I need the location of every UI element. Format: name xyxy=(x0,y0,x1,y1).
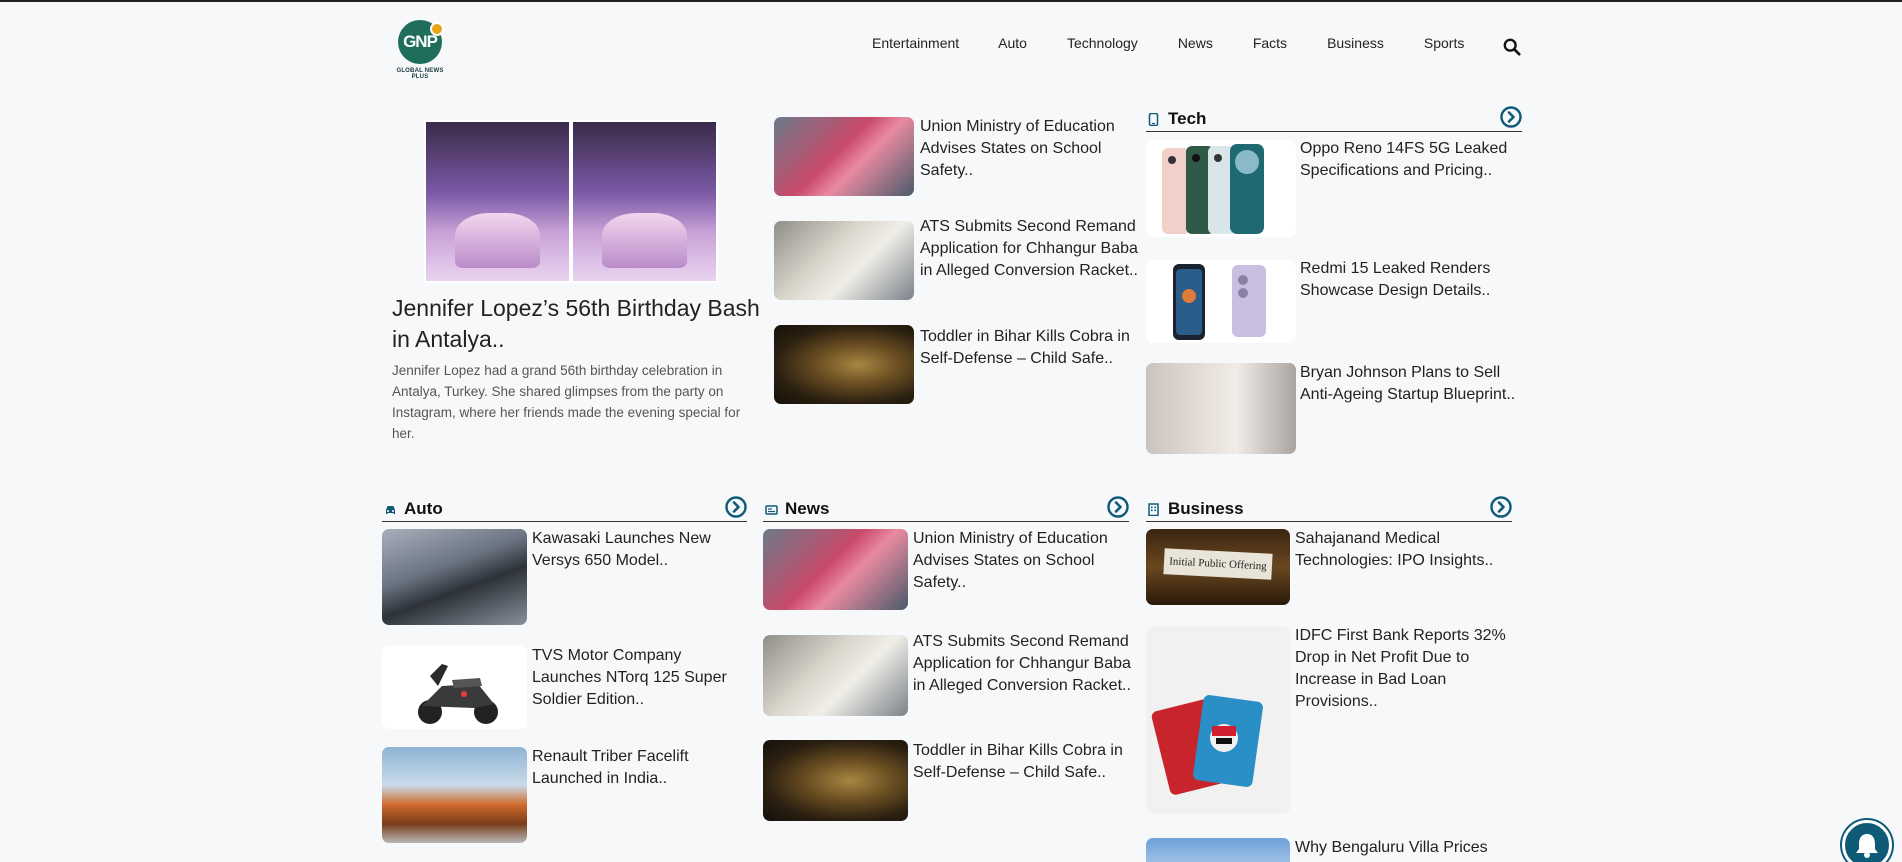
top-item-1-title[interactable]: Union Ministry of Education Advises Stat… xyxy=(920,116,1140,182)
nav-entertainment[interactable]: Entertainment xyxy=(872,35,959,51)
nav-business[interactable]: Business xyxy=(1327,35,1384,51)
search-icon[interactable] xyxy=(1503,38,1521,56)
top-item-3-title[interactable]: Toddler in Bihar Kills Cobra in Self-Def… xyxy=(920,326,1135,370)
ipo-paper-label: Initial Public Offering xyxy=(1163,548,1273,580)
business-section-title: Business xyxy=(1168,499,1244,518)
building-icon xyxy=(1148,503,1159,516)
news-section-title: News xyxy=(785,499,830,518)
featured-image-right xyxy=(573,122,716,281)
nav-auto[interactable]: Auto xyxy=(998,35,1027,51)
main-nav: Entertainment Auto Technology News Facts… xyxy=(872,35,1504,51)
auto-section-header: Auto xyxy=(382,496,747,522)
featured-image[interactable] xyxy=(424,120,718,283)
auto-item-2-title[interactable]: TVS Motor Company Launches NTorq 125 Sup… xyxy=(532,645,747,711)
tech-section-header: Tech xyxy=(1146,106,1522,132)
bell-icon xyxy=(1856,834,1878,858)
business-more-arrow-icon[interactable] xyxy=(1490,496,1512,518)
news-item-2-title[interactable]: ATS Submits Second Remand Application fo… xyxy=(913,631,1131,697)
tech-item-2-thumbnail[interactable] xyxy=(1146,260,1296,343)
auto-item-3-thumbnail[interactable] xyxy=(382,747,527,843)
auto-item-1-title[interactable]: Kawasaki Launches New Versys 650 Model.. xyxy=(532,528,747,572)
business-item-1-thumbnail[interactable]: Initial Public Offering xyxy=(1146,529,1290,605)
site-logo[interactable]: GNP GLOBAL NEWS PLUS xyxy=(388,20,452,80)
redmi-phones-illustration xyxy=(1173,264,1266,340)
phones-illustration xyxy=(1162,144,1264,234)
tech-item-3-thumbnail[interactable] xyxy=(1146,363,1296,454)
nav-facts[interactable]: Facts xyxy=(1253,35,1287,51)
business-item-2-thumbnail[interactable] xyxy=(1146,626,1290,814)
news-item-1-title[interactable]: Union Ministry of Education Advises Stat… xyxy=(913,528,1131,594)
scooter-illustration xyxy=(418,664,498,724)
top-item-1-thumbnail[interactable] xyxy=(774,117,914,196)
news-more-arrow-icon[interactable] xyxy=(1107,496,1129,518)
news-item-3-thumbnail[interactable] xyxy=(763,740,908,821)
auto-section-title: Auto xyxy=(404,499,443,518)
news-item-1-thumbnail[interactable] xyxy=(763,529,908,610)
auto-more-arrow-icon[interactable] xyxy=(725,496,747,518)
featured-description: Jennifer Lopez had a grand 56th birthday… xyxy=(392,363,741,441)
top-item-3-thumbnail[interactable] xyxy=(774,325,914,404)
phone-icon xyxy=(1148,113,1159,126)
business-item-2-title[interactable]: IDFC First Bank Reports 32% Drop in Net … xyxy=(1295,625,1517,713)
newspaper-icon xyxy=(765,505,778,515)
tech-item-2-title[interactable]: Redmi 15 Leaked Renders Showcase Design … xyxy=(1300,258,1522,302)
tech-section-title: Tech xyxy=(1168,109,1207,128)
tech-item-1-title[interactable]: Oppo Reno 14FS 5G Leaked Specifications … xyxy=(1300,138,1522,182)
nav-news[interactable]: News xyxy=(1178,35,1213,51)
tech-item-3-title[interactable]: Bryan Johnson Plans to Sell Anti-Ageing … xyxy=(1300,362,1522,406)
business-item-1-title[interactable]: Sahajanand Medical Technologies: IPO Ins… xyxy=(1295,528,1517,572)
nav-sports[interactable]: Sports xyxy=(1424,35,1464,51)
auto-item-2-thumbnail[interactable] xyxy=(382,646,527,729)
top-item-2-title[interactable]: ATS Submits Second Remand Application fo… xyxy=(920,216,1140,282)
business-section-header: Business xyxy=(1146,496,1512,522)
auto-item-1-thumbnail[interactable] xyxy=(382,529,527,625)
logo-accent-dot xyxy=(430,22,444,36)
tech-item-1-thumbnail[interactable] xyxy=(1146,140,1296,237)
logo-subtitle: GLOBAL NEWS PLUS xyxy=(396,68,444,80)
bank-cards-illustration xyxy=(1151,695,1263,795)
auto-item-3-title[interactable]: Renault Triber Facelift Launched in Indi… xyxy=(532,746,747,790)
featured-title[interactable]: Jennifer Lopez’s 56th Birthday Bash in A… xyxy=(392,293,762,355)
news-section-header: News xyxy=(763,496,1129,522)
tech-more-arrow-icon[interactable] xyxy=(1500,106,1522,128)
top-item-2-thumbnail[interactable] xyxy=(774,221,914,300)
nav-technology[interactable]: Technology xyxy=(1067,35,1138,51)
notification-bell-button[interactable] xyxy=(1842,820,1892,862)
business-item-3-thumbnail[interactable] xyxy=(1146,838,1290,862)
news-item-3-title[interactable]: Toddler in Bihar Kills Cobra in Self-Def… xyxy=(913,740,1131,784)
news-item-2-thumbnail[interactable] xyxy=(763,635,908,716)
car-icon xyxy=(386,506,395,514)
site-header: GNP GLOBAL NEWS PLUS Entertainment Auto … xyxy=(0,2,1902,84)
featured-image-left xyxy=(426,122,569,281)
business-item-3-title[interactable]: Why Bengaluru Villa Prices xyxy=(1295,837,1517,859)
